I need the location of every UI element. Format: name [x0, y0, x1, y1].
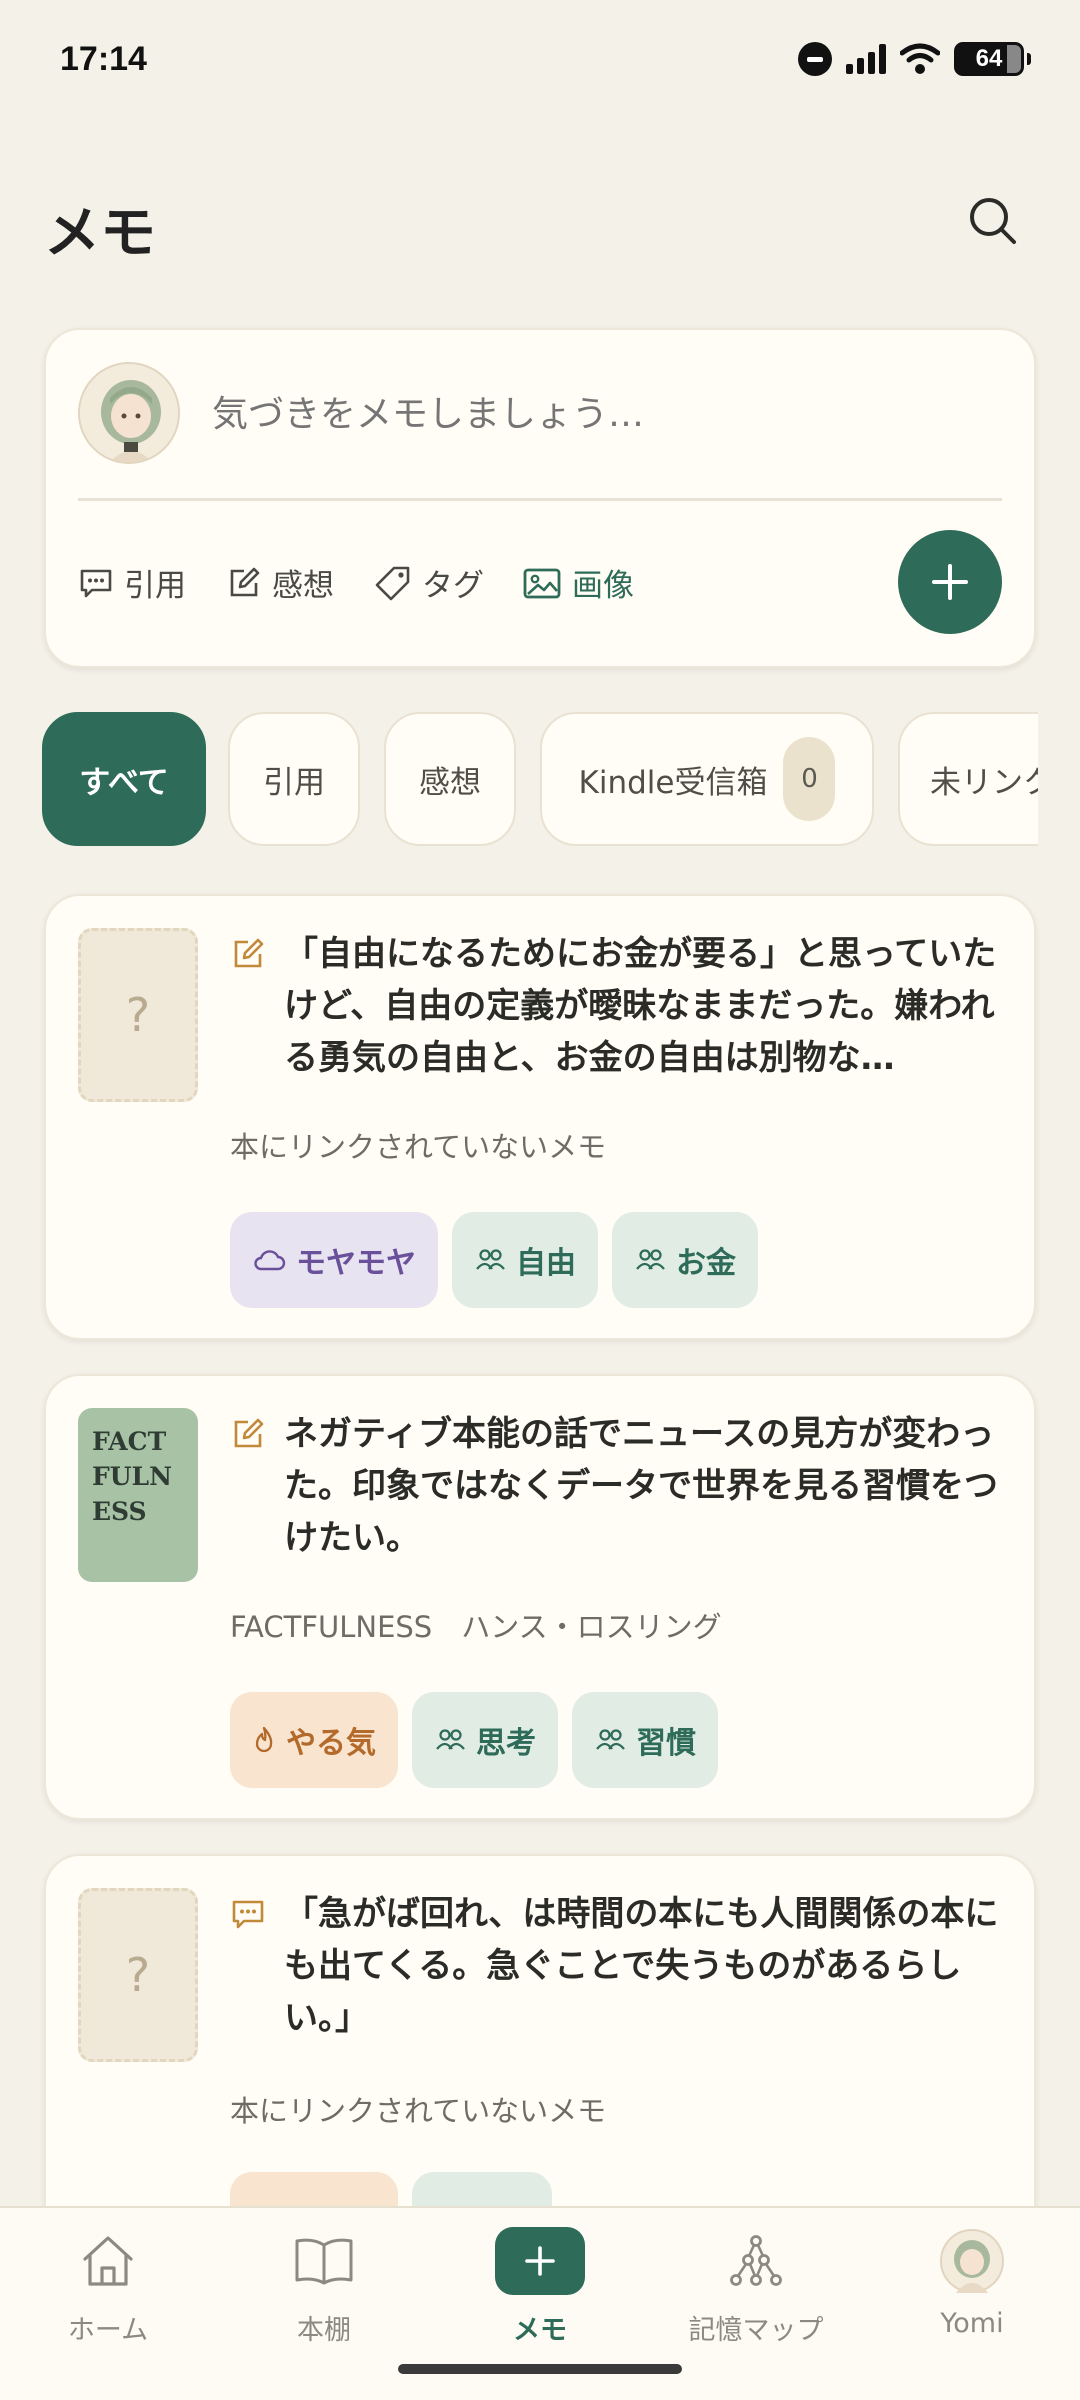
quote-tool-label: 引用	[124, 568, 186, 604]
memo-card[interactable]: ? 「自由になるためにお金が要る」と思っていたけど、自由の定義が曖昧なままだった…	[44, 894, 1036, 1340]
add-memo-button[interactable]	[898, 530, 1002, 634]
memo-text: 「自由になるためにお金が要る」と思っていたけど、自由の定義が曖昧なままだった。嫌…	[284, 934, 997, 1078]
quote-tool-button[interactable]: 引用	[78, 560, 186, 605]
status-time: 17:14	[60, 40, 147, 78]
tag-chip[interactable]: モヤモヤ	[230, 1212, 438, 1308]
memo-text: 「急がば回れ、は時間の本にも人間関係の本にも出てくる。急ぐことで失うものがあるら…	[284, 1894, 999, 2038]
thought-type-icon	[234, 1418, 264, 1448]
nav-label: ホーム	[67, 2315, 149, 2346]
book-icon	[295, 2238, 353, 2285]
do-not-disturb-icon	[798, 42, 832, 76]
thought-tool-button[interactable]: 感想	[226, 560, 334, 605]
home-icon	[83, 2236, 133, 2286]
home-indicator	[398, 2364, 682, 2374]
cellular-signal-icon	[846, 44, 886, 74]
plus-icon	[932, 564, 968, 600]
plus-icon	[525, 2246, 555, 2276]
tag-icon	[375, 566, 410, 600]
thought-tool-label: 感想	[272, 568, 334, 604]
status-icons: 64	[798, 42, 1031, 76]
tag-label: やる気	[286, 1726, 376, 1761]
filter-chip-unlinked[interactable]: 未リンク	[898, 712, 1038, 846]
nav-memo[interactable]: メモ	[440, 2226, 640, 2347]
tag-label: モヤモヤ	[296, 1246, 416, 1281]
nav-bookshelf[interactable]: 本棚	[224, 2226, 424, 2347]
memo-input[interactable]	[212, 382, 992, 446]
nav-profile[interactable]: Yomi	[872, 2226, 1072, 2339]
quote-icon	[80, 569, 112, 597]
flame-icon	[255, 1726, 273, 1753]
placeholder-question-mark: ?	[125, 988, 151, 1042]
network-icon	[730, 2235, 782, 2286]
edit-icon	[230, 567, 260, 596]
filter-chip-label: 未リンク	[930, 764, 1038, 801]
wifi-icon	[900, 43, 940, 74]
filter-chip-quote[interactable]: 引用	[228, 712, 360, 846]
nav-memo-icon-bg	[495, 2227, 585, 2295]
tag-label: 習慣	[636, 1726, 696, 1761]
memo-composer: 引用 感想 タグ 画像	[44, 328, 1036, 668]
filter-chips: すべて 引用 感想 Kindle受信箱 0 未リンク	[0, 712, 1038, 850]
thought-type-icon	[234, 938, 264, 968]
filter-chip-label: 感想	[419, 764, 481, 801]
people-icon	[596, 1729, 625, 1750]
search-button[interactable]	[962, 190, 1024, 252]
memo-tags: やる気 思考 習慣	[230, 1692, 718, 1788]
book-cover: FACT FULN ESS	[78, 1408, 198, 1582]
tag-chip[interactable]: やる気	[230, 1692, 398, 1788]
composer-divider	[78, 498, 1002, 501]
memo-text: ネガティブ本能の話でニュースの見方が変わった。印象ではなくデータで世界を見る習慣…	[284, 1414, 998, 1558]
search-icon	[970, 198, 1016, 244]
filter-chip-all[interactable]: すべて	[42, 712, 206, 846]
filter-chip-label: すべて	[79, 764, 169, 801]
tag-chip[interactable]: 自由	[452, 1212, 598, 1308]
nav-label: 記憶マップ	[688, 2315, 824, 2346]
quote-type-icon	[232, 1900, 264, 1929]
tag-chip[interactable]: 思考	[412, 1692, 558, 1788]
kindle-inbox-count-badge: 0	[783, 737, 836, 821]
memo-source: FACTFULNESS ハンス・ロスリング	[230, 1610, 722, 1644]
book-cover-placeholder: ?	[78, 1888, 198, 2062]
image-tool-button[interactable]: 画像	[522, 560, 634, 605]
user-avatar[interactable]	[78, 362, 180, 464]
nav-home[interactable]: ホーム	[8, 2226, 208, 2347]
cloud-icon	[254, 1250, 286, 1271]
memo-card[interactable]: ? 「急がば回れ、は時間の本にも人間関係の本にも出てくる。急ぐことで失うものがあ…	[44, 1854, 1036, 2254]
tag-chip[interactable]: お金	[612, 1212, 758, 1308]
people-icon	[436, 1729, 465, 1750]
people-icon	[636, 1249, 665, 1270]
page-title: メモ	[44, 200, 156, 266]
nav-label: 本棚	[297, 2315, 351, 2346]
memo-tags: モヤモヤ 自由 お金	[230, 1212, 758, 1308]
status-bar: 17:14 64	[0, 0, 1080, 126]
image-icon	[523, 568, 561, 598]
filter-chip-kindle-inbox[interactable]: Kindle受信箱 0	[540, 712, 874, 846]
memo-source: 本にリンクされていないメモ	[230, 1130, 607, 1164]
memo-card[interactable]: FACT FULN ESS ネガティブ本能の話でニュースの見方が変わった。印象で…	[44, 1374, 1036, 1820]
tag-tool-button[interactable]: タグ	[374, 560, 484, 605]
nav-label: Yomi	[940, 2308, 1004, 2339]
battery-level: 64	[975, 45, 1003, 72]
nav-label: メモ	[513, 2315, 567, 2346]
filter-chip-label: Kindle受信箱	[578, 764, 768, 801]
image-tool-label: 画像	[572, 568, 634, 604]
tag-label: 思考	[476, 1726, 536, 1761]
tag-label: お金	[676, 1246, 736, 1281]
profile-avatar	[940, 2229, 1004, 2293]
tag-chip[interactable]: 習慣	[572, 1692, 718, 1788]
tag-tool-label: タグ	[422, 568, 484, 604]
filter-chip-label: 引用	[263, 764, 325, 801]
placeholder-question-mark: ?	[125, 1948, 151, 2002]
people-icon	[476, 1249, 505, 1270]
filter-chip-thought[interactable]: 感想	[384, 712, 516, 846]
book-cover-placeholder: ?	[78, 928, 198, 1102]
battery-icon: 64	[954, 42, 1031, 76]
tag-label: 自由	[516, 1246, 576, 1281]
memo-source: 本にリンクされていないメモ	[230, 2094, 607, 2128]
nav-memory-map[interactable]: 記憶マップ	[656, 2226, 856, 2347]
